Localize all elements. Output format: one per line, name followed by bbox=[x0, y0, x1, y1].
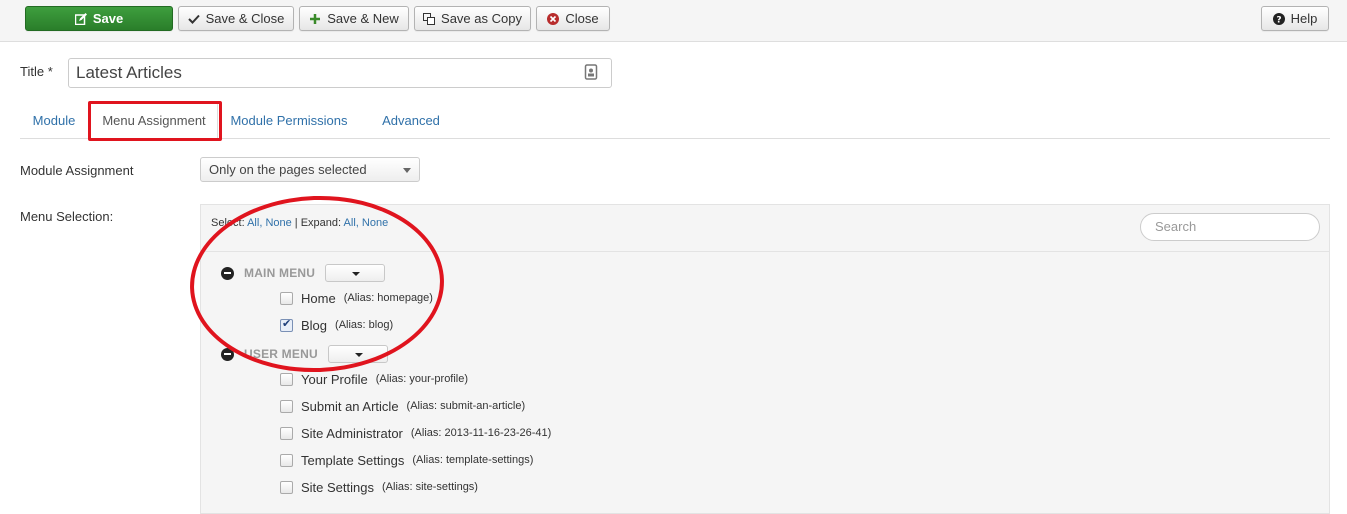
expand-none-link[interactable]: None bbox=[362, 217, 388, 229]
user-menu-header: USER MENU bbox=[221, 345, 388, 363]
item-label: Home bbox=[301, 290, 336, 306]
main-menu-dropdown[interactable] bbox=[325, 264, 386, 282]
close-label: Close bbox=[565, 11, 599, 26]
menu-item-blog[interactable]: Blog (Alias: blog) bbox=[280, 315, 393, 335]
save-label: Save bbox=[92, 11, 124, 26]
menu-item-template-settings[interactable]: Template Settings (Alias: template-setti… bbox=[280, 450, 533, 470]
main-menu-title: MAIN MENU bbox=[244, 266, 316, 280]
item-alias: (Alias: submit-an-article) bbox=[406, 400, 526, 412]
chevron-down-icon bbox=[403, 168, 411, 173]
svg-text:?: ? bbox=[1276, 15, 1281, 25]
item-label: Site Administrator bbox=[301, 425, 403, 441]
help-label: Help bbox=[1290, 11, 1318, 26]
save-new-button[interactable]: Save & New bbox=[299, 6, 409, 31]
item-label: Site Settings bbox=[301, 479, 374, 495]
site-administrator-checkbox[interactable] bbox=[280, 426, 293, 440]
help-button[interactable]: ? Help bbox=[1261, 6, 1329, 31]
save-close-button[interactable]: Save & Close bbox=[178, 6, 294, 31]
item-alias: (Alias: your-profile) bbox=[375, 373, 469, 385]
help-icon: ? bbox=[1272, 12, 1285, 25]
template-settings-checkbox[interactable] bbox=[280, 453, 293, 467]
panel-divider bbox=[201, 251, 1329, 252]
controls-separator: | bbox=[294, 217, 298, 229]
menu-item-site-administrator[interactable]: Site Administrator (Alias: 2013-11-16-23… bbox=[280, 423, 551, 443]
close-circle-icon bbox=[547, 12, 560, 25]
item-alias: (Alias: blog) bbox=[335, 319, 394, 331]
menu-item-site-settings[interactable]: Site Settings (Alias: site-settings) bbox=[280, 477, 478, 497]
your-profile-checkbox[interactable] bbox=[280, 372, 293, 386]
close-button[interactable]: Close bbox=[536, 6, 610, 31]
item-label: Blog bbox=[301, 317, 328, 333]
item-alias: (Alias: site-settings) bbox=[382, 481, 478, 493]
menu-selection-label: Menu Selection: bbox=[20, 209, 114, 224]
module-assignment-value: Only on the pages selected bbox=[209, 162, 367, 177]
tab-advanced[interactable]: Advanced bbox=[370, 102, 452, 139]
site-settings-checkbox[interactable] bbox=[280, 480, 293, 494]
module-assignment-label: Module Assignment bbox=[20, 163, 134, 178]
select-expand-controls: Select: All, None | Expand: All, None bbox=[211, 217, 388, 229]
edit-icon bbox=[74, 12, 87, 25]
submit-article-checkbox[interactable] bbox=[280, 399, 293, 413]
module-assignment-select[interactable]: Only on the pages selected bbox=[200, 157, 420, 182]
contact-card-icon[interactable] bbox=[584, 64, 598, 83]
title-label: Title * bbox=[20, 64, 53, 79]
blog-checkbox[interactable] bbox=[280, 317, 293, 332]
select-none-link[interactable]: None bbox=[265, 217, 291, 229]
select-all-link[interactable]: All, bbox=[247, 217, 262, 229]
tab-bar: Module Menu Assignment Module Permission… bbox=[20, 102, 1330, 139]
collapse-icon[interactable] bbox=[221, 347, 234, 361]
user-menu-dropdown[interactable] bbox=[327, 345, 388, 363]
item-label: Template Settings bbox=[301, 452, 405, 468]
item-alias: (Alias: homepage) bbox=[343, 292, 433, 304]
plus-icon bbox=[309, 13, 321, 25]
tab-module[interactable]: Module bbox=[20, 102, 88, 139]
menu-item-home[interactable]: Home (Alias: homepage) bbox=[280, 288, 433, 308]
save-as-copy-button[interactable]: Save as Copy bbox=[414, 6, 531, 31]
menu-item-submit-article[interactable]: Submit an Article (Alias: submit-an-arti… bbox=[280, 396, 525, 416]
save-close-label: Save & Close bbox=[205, 11, 285, 26]
home-checkbox[interactable] bbox=[280, 291, 293, 305]
collapse-icon[interactable] bbox=[221, 266, 234, 280]
expand-all-link[interactable]: All, bbox=[344, 217, 359, 229]
item-label: Submit an Article bbox=[301, 398, 399, 414]
search-input[interactable]: Search bbox=[1140, 213, 1320, 241]
title-input[interactable]: Latest Articles bbox=[68, 58, 612, 88]
tab-menu-assignment[interactable]: Menu Assignment bbox=[90, 102, 218, 139]
select-label: Select: bbox=[211, 217, 245, 229]
menu-item-your-profile[interactable]: Your Profile (Alias: your-profile) bbox=[280, 369, 468, 389]
save-as-copy-label: Save as Copy bbox=[441, 11, 522, 26]
expand-label: Expand: bbox=[300, 217, 342, 229]
item-alias: (Alias: 2013-11-16-23-26-41) bbox=[410, 427, 552, 439]
check-icon bbox=[187, 13, 200, 25]
user-menu-title: USER MENU bbox=[244, 347, 318, 361]
toolbar: Save Save & Close Save & New Save as Cop… bbox=[0, 0, 1347, 42]
save-new-label: Save & New bbox=[327, 11, 399, 26]
main-menu-header: MAIN MENU bbox=[221, 264, 386, 282]
item-alias: (Alias: template-settings) bbox=[412, 454, 534, 466]
save-button[interactable]: Save bbox=[25, 6, 173, 31]
item-label: Your Profile bbox=[301, 371, 368, 387]
tab-module-permissions[interactable]: Module Permissions bbox=[224, 102, 354, 139]
copy-icon bbox=[423, 12, 436, 25]
